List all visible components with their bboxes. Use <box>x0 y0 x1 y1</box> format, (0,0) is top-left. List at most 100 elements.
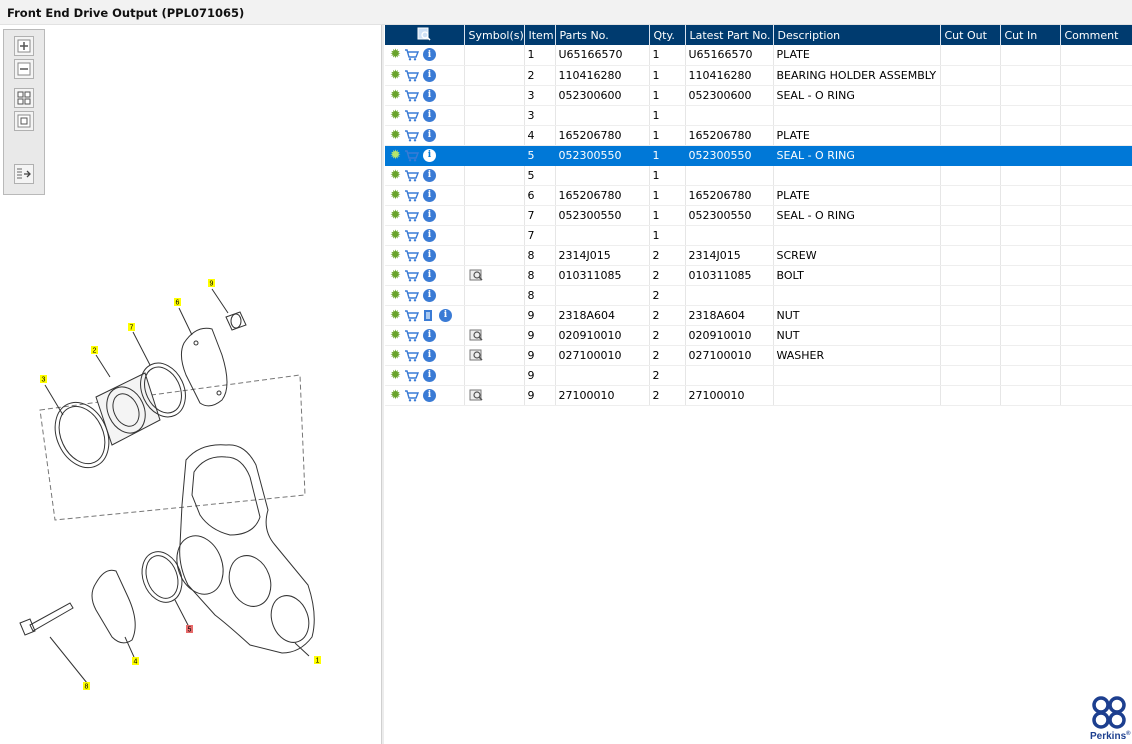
header-item[interactable]: Item <box>524 25 556 45</box>
cart-icon[interactable] <box>404 388 419 403</box>
info-icon[interactable]: i <box>423 168 436 182</box>
table-row[interactable]: ✹ i 8 010311085 2 010311085 BOLT <box>385 265 1132 286</box>
table-row[interactable]: ✹ i 8 2314J015 2 2314J015 SCREW <box>385 245 1132 266</box>
export-list-button[interactable] <box>14 164 34 184</box>
gear-icon[interactable]: ✹ <box>388 47 403 62</box>
header-qty[interactable]: Qty. <box>649 25 686 45</box>
table-row[interactable]: ✹ i 9 027100010 2 027100010 WASHER <box>385 345 1132 366</box>
table-row[interactable]: ✹ i 1 U65166570 1 U65166570 PLATE <box>385 45 1132 66</box>
gear-icon[interactable]: ✹ <box>388 228 403 243</box>
info-icon[interactable]: i <box>423 148 436 162</box>
cart-icon[interactable] <box>404 328 419 343</box>
info-icon[interactable]: i <box>423 288 436 302</box>
info-icon[interactable]: i <box>423 128 436 142</box>
table-row[interactable]: ✹ i 6 165206780 1 165206780 PLATE <box>385 185 1132 206</box>
cart-icon[interactable] <box>404 208 419 223</box>
table-row[interactable]: ✹ i 9 2 <box>385 365 1132 386</box>
info-icon[interactable]: i <box>423 328 436 342</box>
header-description[interactable]: Description <box>773 25 941 45</box>
cart-icon[interactable] <box>404 268 419 283</box>
info-icon[interactable]: i <box>423 348 436 362</box>
book-icon[interactable] <box>420 308 435 323</box>
gear-icon[interactable]: ✹ <box>388 68 403 83</box>
info-icon[interactable]: i <box>423 48 436 62</box>
illustration-pane[interactable]: 3 2 7 6 9 1 4 5 8 <box>0 25 382 744</box>
table-row[interactable]: ✹ i 2 110416280 1 110416280 BEARING HOLDE… <box>385 65 1132 86</box>
table-row[interactable]: ✹ i 7 1 <box>385 225 1132 246</box>
table-row[interactable]: ✹ i 9 2318A604 2 2318A604 NUT <box>385 305 1132 326</box>
header-cut-in[interactable]: Cut In <box>1000 25 1061 45</box>
gear-icon[interactable]: ✹ <box>388 268 403 283</box>
cart-icon[interactable] <box>404 108 419 123</box>
view-drawing-icon[interactable] <box>469 388 484 403</box>
cart-icon[interactable] <box>404 308 419 323</box>
table-row[interactable]: ✹ i 5 052300550 1 052300550 SEAL - O RING <box>385 145 1132 166</box>
gear-icon[interactable]: ✹ <box>388 348 403 363</box>
info-icon[interactable]: i <box>439 308 452 322</box>
action-cell: ✹ i <box>385 225 465 246</box>
table-row[interactable]: ✹ i 3 1 <box>385 105 1132 126</box>
gear-icon[interactable]: ✹ <box>388 88 403 103</box>
table-row[interactable]: ✹ i 3 052300600 1 052300600 SEAL - O RING <box>385 85 1132 106</box>
gear-icon[interactable]: ✹ <box>388 288 403 303</box>
cart-icon[interactable] <box>404 368 419 383</box>
gear-icon[interactable]: ✹ <box>388 328 403 343</box>
info-icon[interactable]: i <box>423 368 436 382</box>
cart-icon[interactable] <box>404 248 419 263</box>
gear-icon[interactable]: ✹ <box>388 168 403 183</box>
fit-window-button[interactable] <box>14 111 34 131</box>
table-row[interactable]: ✹ i 4 165206780 1 165206780 PLATE <box>385 125 1132 146</box>
gear-icon[interactable]: ✹ <box>388 148 403 163</box>
table-row[interactable]: ✹ i 9 27100010 2 27100010 <box>385 385 1132 406</box>
pane-splitter[interactable] <box>381 25 384 744</box>
header-preview[interactable] <box>385 25 465 45</box>
info-icon[interactable]: i <box>423 388 436 402</box>
header-cut-out[interactable]: Cut Out <box>940 25 1001 45</box>
description-cell: BOLT <box>773 265 941 286</box>
info-icon[interactable]: i <box>423 228 436 242</box>
table-row[interactable]: ✹ i 5 1 <box>385 165 1132 186</box>
gear-icon[interactable]: ✹ <box>388 308 403 323</box>
info-icon[interactable]: i <box>423 88 436 102</box>
table-row[interactable]: ✹ i 7 052300550 1 052300550 SEAL - O RING <box>385 205 1132 226</box>
cart-icon[interactable] <box>404 47 419 62</box>
exploded-view-drawing[interactable]: 3 2 7 6 9 1 4 5 8 <box>0 235 380 715</box>
cart-icon[interactable] <box>404 128 419 143</box>
cart-icon[interactable] <box>404 168 419 183</box>
gear-icon[interactable]: ✹ <box>388 388 403 403</box>
gear-icon[interactable]: ✹ <box>388 108 403 123</box>
cart-icon[interactable] <box>404 88 419 103</box>
view-drawing-icon[interactable] <box>469 328 484 343</box>
table-row[interactable]: ✹ i 8 2 <box>385 285 1132 306</box>
info-icon[interactable]: i <box>423 248 436 262</box>
info-icon[interactable]: i <box>423 68 436 82</box>
part-no-cell <box>555 105 650 126</box>
table-row[interactable]: ✹ i 9 020910010 2 020910010 NUT <box>385 325 1132 346</box>
gear-icon[interactable]: ✹ <box>388 368 403 383</box>
gear-icon[interactable]: ✹ <box>388 208 403 223</box>
header-symbols[interactable]: Symbol(s) <box>464 25 525 45</box>
cart-icon[interactable] <box>404 148 419 163</box>
zoom-in-button[interactable] <box>14 36 34 56</box>
view-drawing-icon[interactable] <box>469 268 484 283</box>
info-icon[interactable]: i <box>423 268 436 282</box>
header-latest-part-no[interactable]: Latest Part No. <box>685 25 774 45</box>
cart-icon[interactable] <box>404 228 419 243</box>
zoom-out-button[interactable] <box>14 59 34 79</box>
header-parts-no[interactable]: Parts No. <box>555 25 650 45</box>
symbol-cell <box>464 385 525 406</box>
fit-all-button[interactable] <box>14 88 34 108</box>
gear-icon[interactable]: ✹ <box>388 128 403 143</box>
info-icon[interactable]: i <box>423 208 436 222</box>
info-icon[interactable]: i <box>423 108 436 122</box>
cart-icon[interactable] <box>404 188 419 203</box>
cart-icon[interactable] <box>404 288 419 303</box>
gear-icon[interactable]: ✹ <box>388 248 403 263</box>
info-icon[interactable]: i <box>423 188 436 202</box>
symbol-cell <box>464 245 525 266</box>
view-drawing-icon[interactable] <box>469 348 484 363</box>
cart-icon[interactable] <box>404 68 419 83</box>
gear-icon[interactable]: ✹ <box>388 188 403 203</box>
cart-icon[interactable] <box>404 348 419 363</box>
header-comment[interactable]: Comment <box>1060 25 1132 45</box>
